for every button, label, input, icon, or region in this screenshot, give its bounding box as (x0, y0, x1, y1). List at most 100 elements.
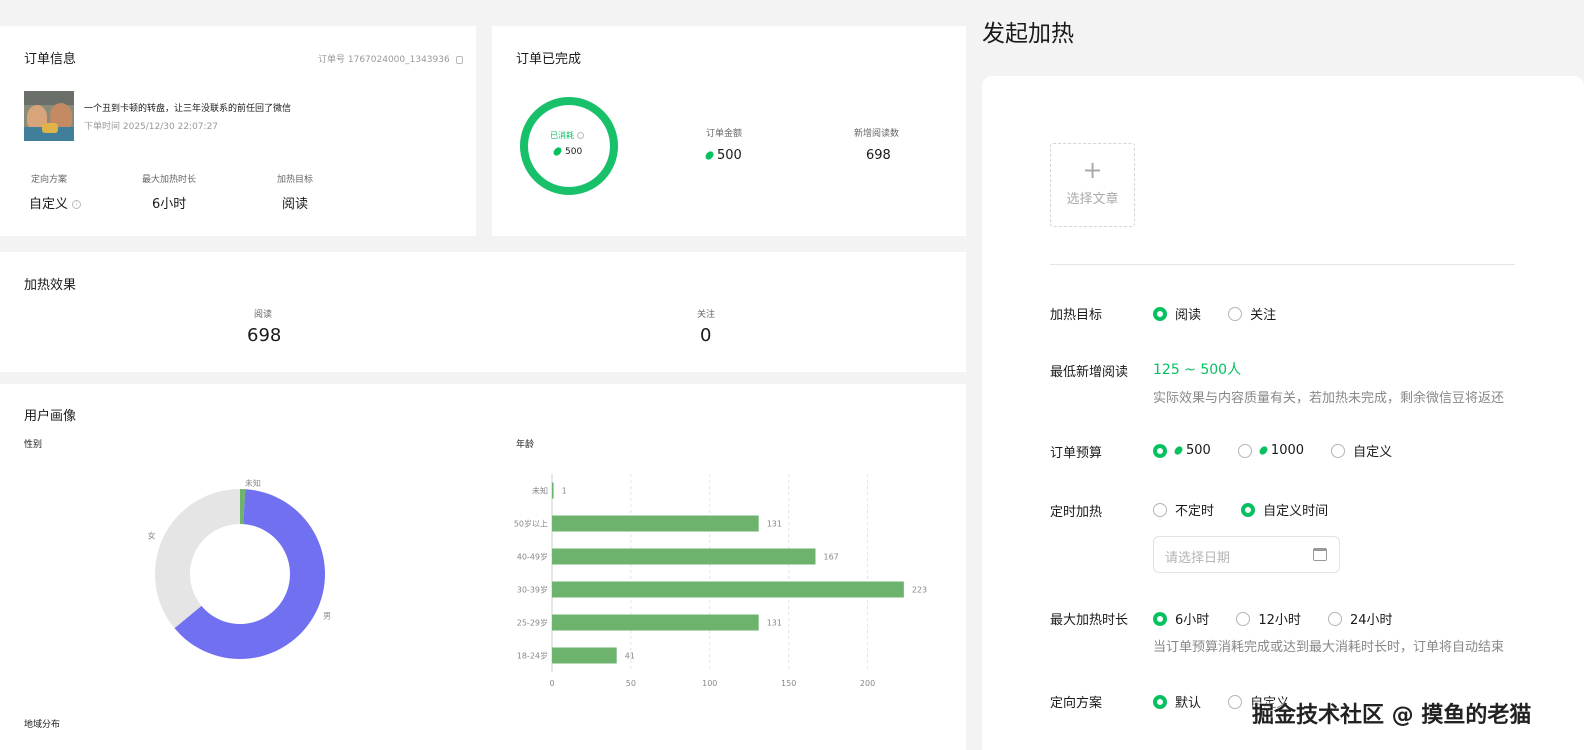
target-option-read[interactable]: 阅读 (1153, 304, 1201, 323)
x-tick-label: 150 (781, 679, 796, 686)
heat-target-value: 阅读 (282, 197, 309, 212)
wechat-bean-icon (552, 145, 563, 158)
duration-option-6h[interactable]: 6小时 (1153, 609, 1209, 628)
order-done-card: 订单已完成 已消耗 500 订单金额 500 新增阅读数 698 (492, 26, 966, 236)
schedule-label: 定时加热 (1050, 505, 1103, 520)
ring-value-text: 500 (565, 147, 583, 157)
divider (1050, 264, 1515, 265)
targeting-option-default[interactable]: 默认 (1153, 692, 1201, 711)
x-tick-label: 0 (549, 679, 554, 686)
date-input[interactable]: 请选择日期 (1153, 536, 1340, 573)
option-label: 自定义 (1353, 445, 1393, 460)
radio-icon (1228, 694, 1243, 709)
budget-option-1000[interactable]: 1000 (1237, 443, 1305, 458)
age-bar[interactable] (552, 581, 904, 598)
wechat-bean-icon (704, 149, 715, 162)
targeting-plan-label: 定向方案 (1050, 696, 1103, 711)
article-title[interactable]: 一个丑到卡顿的转盘，让三年没联系的前任回了微信 (84, 101, 291, 114)
option-label: 1000 (1270, 443, 1305, 458)
schedule-option-none[interactable]: 不定时 (1153, 500, 1214, 519)
option-label: 阅读 (1175, 308, 1202, 323)
order-amount-text: 500 (717, 148, 742, 163)
y-tick-label: 40-49岁 (517, 552, 548, 562)
age-bar[interactable] (552, 614, 759, 631)
age-bar[interactable] (552, 548, 816, 565)
effect-follows-value: 0 (700, 325, 712, 346)
new-reads-label: 新增阅读数 (854, 129, 900, 139)
schedule-option-custom[interactable]: 自定义时间 (1241, 500, 1328, 519)
duration-option-12h[interactable]: 12小时 (1236, 609, 1301, 628)
budget-option-500[interactable]: 500 (1153, 443, 1211, 458)
min-reads-value: 125 ~ 500人 (1153, 362, 1242, 378)
select-article-button[interactable]: + 选择文章 (1050, 143, 1135, 227)
gender-slice-label: 男 (323, 611, 331, 620)
info-icon[interactable]: i (72, 200, 82, 209)
order-done-title: 订单已完成 (516, 52, 582, 67)
radio-icon (1328, 611, 1343, 626)
target-label: 加热目标 (1050, 308, 1103, 323)
bar-value-label: 41 (625, 652, 635, 661)
page-title: 发起加热 (982, 21, 1074, 47)
targeting-label: 定向方案 (31, 175, 68, 185)
article-thumbnail (24, 91, 74, 141)
min-reads-hint: 实际效果与内容质量有关，若加热未完成，剩余微信豆将返还 (1153, 391, 1505, 406)
y-tick-label: 18-24岁 (517, 651, 548, 661)
date-placeholder: 请选择日期 (1165, 551, 1231, 566)
copy-icon[interactable] (455, 55, 463, 64)
wechat-bean-icon (1258, 444, 1269, 457)
watermark: 掘金技术社区 @ 摸鱼的老猫 (1252, 703, 1532, 728)
ring-label-text: 已消耗 (550, 131, 574, 140)
age-bar[interactable] (552, 515, 759, 532)
ring-label: 已消耗 (550, 130, 584, 141)
age-bar[interactable] (552, 482, 554, 499)
budget-label: 订单预算 (1050, 446, 1103, 461)
duration-hint: 当订单预算消耗完成或达到最大消耗时长时，订单将自动结束 (1153, 640, 1505, 655)
radio-icon (1153, 694, 1167, 709)
radio-icon (1153, 611, 1167, 626)
gender-slice-1[interactable] (155, 489, 240, 629)
effect-reads-value: 698 (247, 325, 282, 346)
schedule-options: 不定时 自定义时间 (1153, 500, 1350, 521)
user-portrait-card: 用户画像 性别 年龄 地域分布 男 女 未知 0 50 100 150 200 未知 1 50岁以… (0, 384, 966, 750)
select-article-label: 选择文章 (1066, 192, 1119, 207)
effect-reads-label: 阅读 (254, 310, 273, 320)
user-portrait-title: 用户画像 (24, 409, 77, 424)
ring-info-icon[interactable] (576, 132, 584, 139)
option-label: 不定时 (1175, 504, 1215, 519)
calendar-icon[interactable] (1313, 548, 1327, 561)
order-time: 下单时间 2025/12/30 22:07:27 (84, 122, 219, 132)
order-info-title: 订单信息 (24, 52, 77, 67)
radio-icon (1331, 443, 1346, 458)
radio-icon (1153, 306, 1167, 321)
age-bar[interactable] (552, 647, 617, 664)
duration-options: 6小时 12小时 24小时 (1153, 609, 1415, 630)
max-duration-label: 最大加热时长 (142, 175, 197, 185)
bar-value-label: 1 (562, 487, 567, 496)
bar-value-label: 167 (823, 553, 838, 562)
order-amount-value: 500 (704, 148, 742, 163)
gender-title: 性别 (24, 440, 43, 450)
order-number-text: 订单号 1767024000_1343936 (318, 55, 450, 65)
ring-value: 500 (552, 145, 583, 158)
age-bar-chart: 0 50 100 150 200 未知 1 50岁以上 131 40-49岁 167 30-39岁 22… (514, 474, 927, 686)
order-info-card: 订单信息 订单号 1767024000_1343936 一个丑到卡顿的转盘，让三… (0, 26, 476, 236)
consumption-ring-progress (520, 97, 618, 195)
new-reads-value: 698 (866, 148, 891, 163)
y-tick-label: 50岁以上 (514, 519, 548, 529)
min-reads-label: 最低新增阅读 (1050, 365, 1129, 380)
targeting-value: 自定义 i (29, 193, 82, 212)
bar-value-label: 131 (767, 520, 782, 529)
option-label: 默认 (1175, 696, 1202, 711)
option-label: 500 (1186, 443, 1211, 458)
target-option-follow[interactable]: 关注 (1228, 304, 1276, 323)
bar-value-label: 223 (912, 586, 927, 595)
heat-target-label: 加热目标 (277, 175, 314, 185)
radio-icon (1228, 306, 1243, 321)
radio-icon (1237, 443, 1252, 458)
x-tick-label: 50 (626, 679, 636, 686)
heat-effect-title: 加热效果 (24, 278, 77, 293)
duration-option-24h[interactable]: 24小时 (1328, 609, 1393, 628)
wechat-bean-icon (1173, 444, 1184, 457)
budget-option-custom[interactable]: 自定义 (1331, 441, 1392, 460)
gender-slice-label: 女 (148, 530, 156, 540)
